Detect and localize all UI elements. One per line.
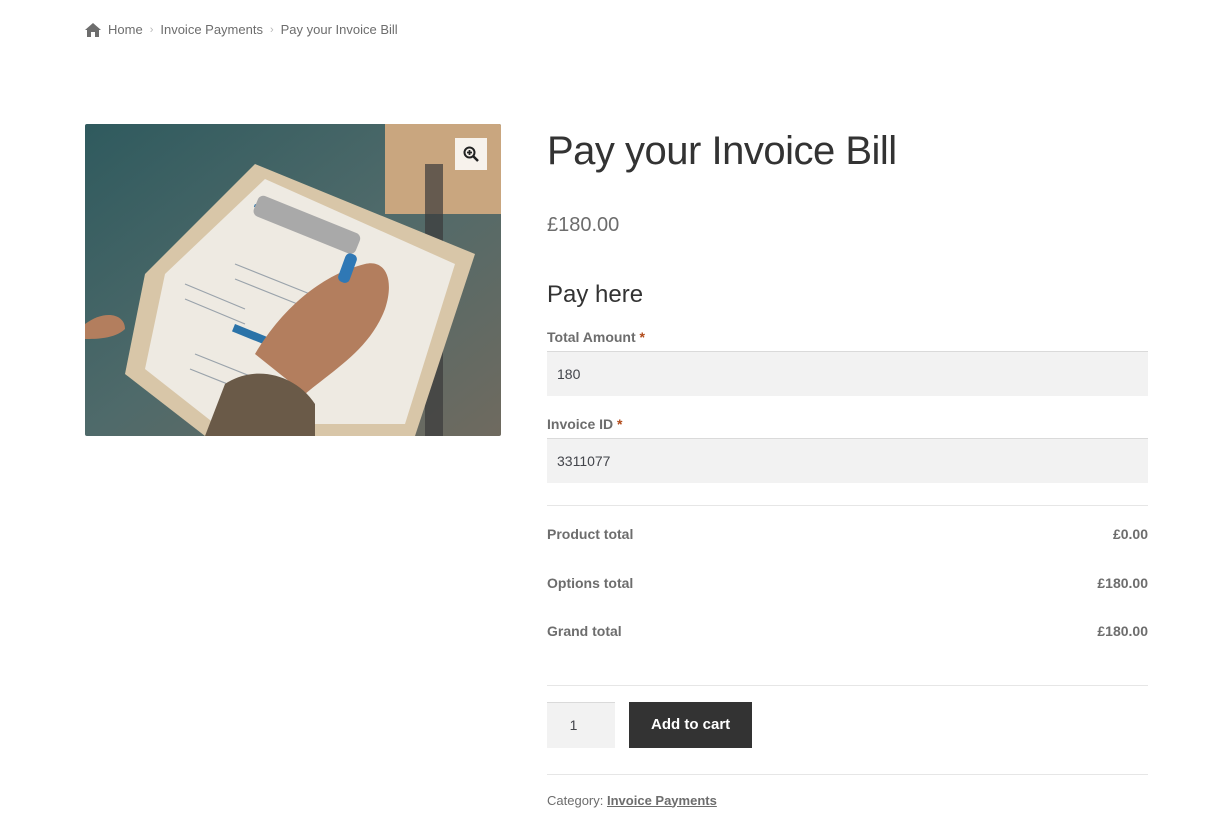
add-to-cart-button[interactable]: Add to cart <box>629 701 753 748</box>
total-amount-input[interactable] <box>547 351 1148 396</box>
invoice-id-field: Invoice ID * <box>547 416 1148 483</box>
product-total-value: £0.00 <box>1112 526 1148 542</box>
breadcrumb-separator: › <box>269 23 274 36</box>
zoom-in-icon <box>463 146 479 162</box>
add-to-cart-form: Add to cart <box>547 701 1148 775</box>
invoice-id-input[interactable] <box>547 438 1148 483</box>
product-title: Pay your Invoice Bill <box>547 129 897 173</box>
required-asterisk: * <box>617 416 623 432</box>
product-total-label: Product total <box>547 526 634 542</box>
pay-here-heading: Pay here <box>547 281 644 308</box>
grand-total-label: Grand total <box>547 623 622 639</box>
total-amount-label: Total Amount * <box>547 329 1148 345</box>
breadcrumb: Home › Invoice Payments › Pay your Invoi… <box>85 22 398 37</box>
category-link[interactable]: Invoice Payments <box>607 793 717 808</box>
options-total-label: Options total <box>547 574 634 591</box>
product-gallery[interactable] <box>85 124 501 436</box>
home-icon[interactable] <box>85 22 101 37</box>
product-total-row: Product total £0.00 <box>547 526 1148 575</box>
options-total-row: Options total £180.00 <box>547 575 1148 624</box>
zoom-button[interactable] <box>455 138 487 170</box>
options-total-value: £180.00 <box>1097 574 1148 591</box>
required-asterisk: * <box>639 329 645 345</box>
totals-summary: Product total £0.00 Options total £180.0… <box>547 505 1148 686</box>
category-label: Category: <box>547 792 604 808</box>
invoice-id-label: Invoice ID * <box>547 416 1148 432</box>
quantity-input[interactable] <box>547 701 615 748</box>
product-summary: Pay your Invoice Bill £180.00 Pay here T… <box>547 124 1148 808</box>
total-amount-field: Total Amount * <box>547 329 1148 396</box>
breadcrumb-invoice-payments-link[interactable]: Invoice Payments <box>160 22 263 37</box>
invoice-clipboard-photo[interactable] <box>85 124 501 436</box>
product-price: £180.00 <box>547 214 620 236</box>
product-meta: Category: Invoice Payments <box>547 793 1148 808</box>
grand-total-row: Grand total £180.00 <box>547 623 1148 672</box>
grand-total-value: £180.00 <box>1097 623 1148 639</box>
breadcrumb-home-link[interactable]: Home <box>108 22 143 37</box>
total-amount-label-text: Total Amount <box>547 329 636 345</box>
invoice-id-label-text: Invoice ID <box>547 416 614 432</box>
breadcrumb-separator: › <box>149 23 154 36</box>
breadcrumb-current: Pay your Invoice Bill <box>280 22 398 37</box>
